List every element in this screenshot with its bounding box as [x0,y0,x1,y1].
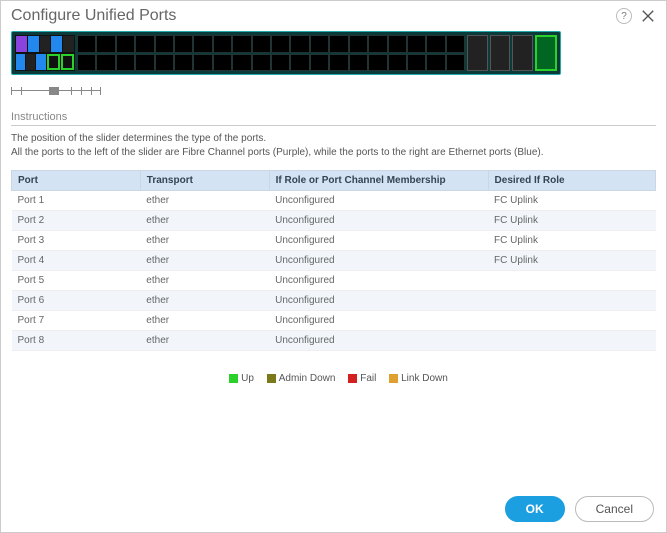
help-icon[interactable]: ? [616,8,632,24]
cell-desired [488,291,655,311]
cell-port: Port 1 [12,191,141,211]
cell-transport: ether [140,311,269,331]
slider-handle[interactable] [49,87,59,95]
cell-port: Port 7 [12,311,141,331]
cell-role: Unconfigured [269,231,488,251]
table-row[interactable]: Port 8etherUnconfigured [12,331,656,351]
cell-desired: FC Uplink [488,211,655,231]
cell-port: Port 6 [12,291,141,311]
cell-transport: ether [140,251,269,271]
cell-transport: ether [140,291,269,311]
legend-swatch-admin-down [267,374,276,383]
cell-transport: ether [140,271,269,291]
cell-desired: FC Uplink [488,191,655,211]
cell-transport: ether [140,331,269,351]
dialog-title: Configure Unified Ports [11,7,616,25]
legend-fail: Fail [360,373,376,384]
table-row[interactable]: Port 7etherUnconfigured [12,311,656,331]
cell-desired [488,331,655,351]
table-row[interactable]: Port 6etherUnconfigured [12,291,656,311]
table-header-row: Port Transport If Role or Port Channel M… [12,171,656,191]
table-row[interactable]: Port 2etherUnconfiguredFC Uplink [12,211,656,231]
dialog-header: Configure Unified Ports ? [11,7,656,25]
cell-role: Unconfigured [269,291,488,311]
uplink-ports [467,35,557,71]
legend-admin-down: Admin Down [279,373,336,384]
legend-swatch-fail [348,374,357,383]
legend-up: Up [241,373,254,384]
table-row[interactable]: Port 3etherUnconfiguredFC Uplink [12,231,656,251]
cell-transport: ether [140,211,269,231]
cell-transport: ether [140,231,269,251]
cell-desired: FC Uplink [488,251,655,271]
col-port[interactable]: Port [12,171,141,191]
cell-role: Unconfigured [269,191,488,211]
ports-table: Port Transport If Role or Port Channel M… [11,170,656,351]
port-bank [77,35,465,71]
instructions-line1: The position of the slider determines th… [11,132,656,146]
cell-desired [488,311,655,331]
cell-port: Port 2 [12,211,141,231]
cell-port: Port 4 [12,251,141,271]
cell-role: Unconfigured [269,311,488,331]
cell-desired [488,271,655,291]
ok-button[interactable]: OK [505,496,565,522]
table-row[interactable]: Port 5etherUnconfigured [12,271,656,291]
table-row[interactable]: Port 4etherUnconfiguredFC Uplink [12,251,656,271]
legend-link-down: Link Down [401,373,448,384]
instructions-text: The position of the slider determines th… [11,132,656,160]
status-legend: Up Admin Down Fail Link Down [11,373,656,384]
dialog-footer: OK Cancel [505,496,654,522]
cell-role: Unconfigured [269,331,488,351]
cell-role: Unconfigured [269,251,488,271]
col-transport[interactable]: Transport [140,171,269,191]
cell-role: Unconfigured [269,271,488,291]
legend-swatch-up [229,374,238,383]
cancel-button[interactable]: Cancel [575,496,654,522]
cell-role: Unconfigured [269,211,488,231]
col-role[interactable]: If Role or Port Channel Membership [269,171,488,191]
instructions-label: Instructions [11,111,656,126]
mgmt-ports [15,35,75,71]
legend-swatch-link-down [389,374,398,383]
instructions-line2: All the ports to the left of the slider … [11,146,656,160]
cell-transport: ether [140,191,269,211]
table-row[interactable]: Port 1etherUnconfiguredFC Uplink [12,191,656,211]
cell-port: Port 8 [12,331,141,351]
port-type-slider[interactable] [11,85,101,97]
cell-port: Port 3 [12,231,141,251]
cell-port: Port 5 [12,271,141,291]
col-desired[interactable]: Desired If Role [488,171,655,191]
close-icon[interactable] [640,8,656,24]
switch-graphic [11,31,561,75]
cell-desired: FC Uplink [488,231,655,251]
